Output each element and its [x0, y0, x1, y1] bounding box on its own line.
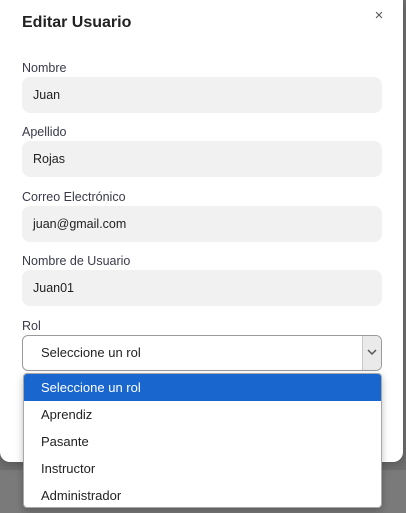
rol-dropdown-list: Seleccione un rol Aprendiz Pasante Instr… [23, 373, 382, 508]
usuario-input[interactable]: Juan01 [22, 270, 382, 306]
correo-label: Correo Electrónico [22, 190, 126, 204]
usuario-label: Nombre de Usuario [22, 254, 131, 268]
rol-select[interactable]: Seleccione un rol [22, 335, 382, 371]
nombre-label: Nombre [22, 61, 67, 75]
close-icon[interactable]: × [369, 6, 389, 26]
rol-option[interactable]: Instructor [24, 455, 381, 482]
modal-title: Editar Usuario [22, 14, 132, 31]
rol-option[interactable]: Administrador [24, 482, 381, 507]
rol-option[interactable]: Pasante [24, 428, 381, 455]
rol-option[interactable]: Seleccione un rol [24, 374, 381, 401]
apellido-label: Apellido [22, 125, 67, 139]
apellido-input[interactable]: Rojas [22, 141, 382, 177]
nombre-input[interactable]: Juan [22, 77, 382, 113]
correo-input[interactable]: juan@gmail.com [22, 206, 382, 242]
select-arrow-button[interactable] [362, 336, 381, 370]
rol-label: Rol [22, 319, 41, 333]
rol-select-value: Seleccione un rol [41, 345, 141, 360]
chevron-down-icon [367, 349, 377, 356]
rol-option[interactable]: Aprendiz [24, 401, 381, 428]
